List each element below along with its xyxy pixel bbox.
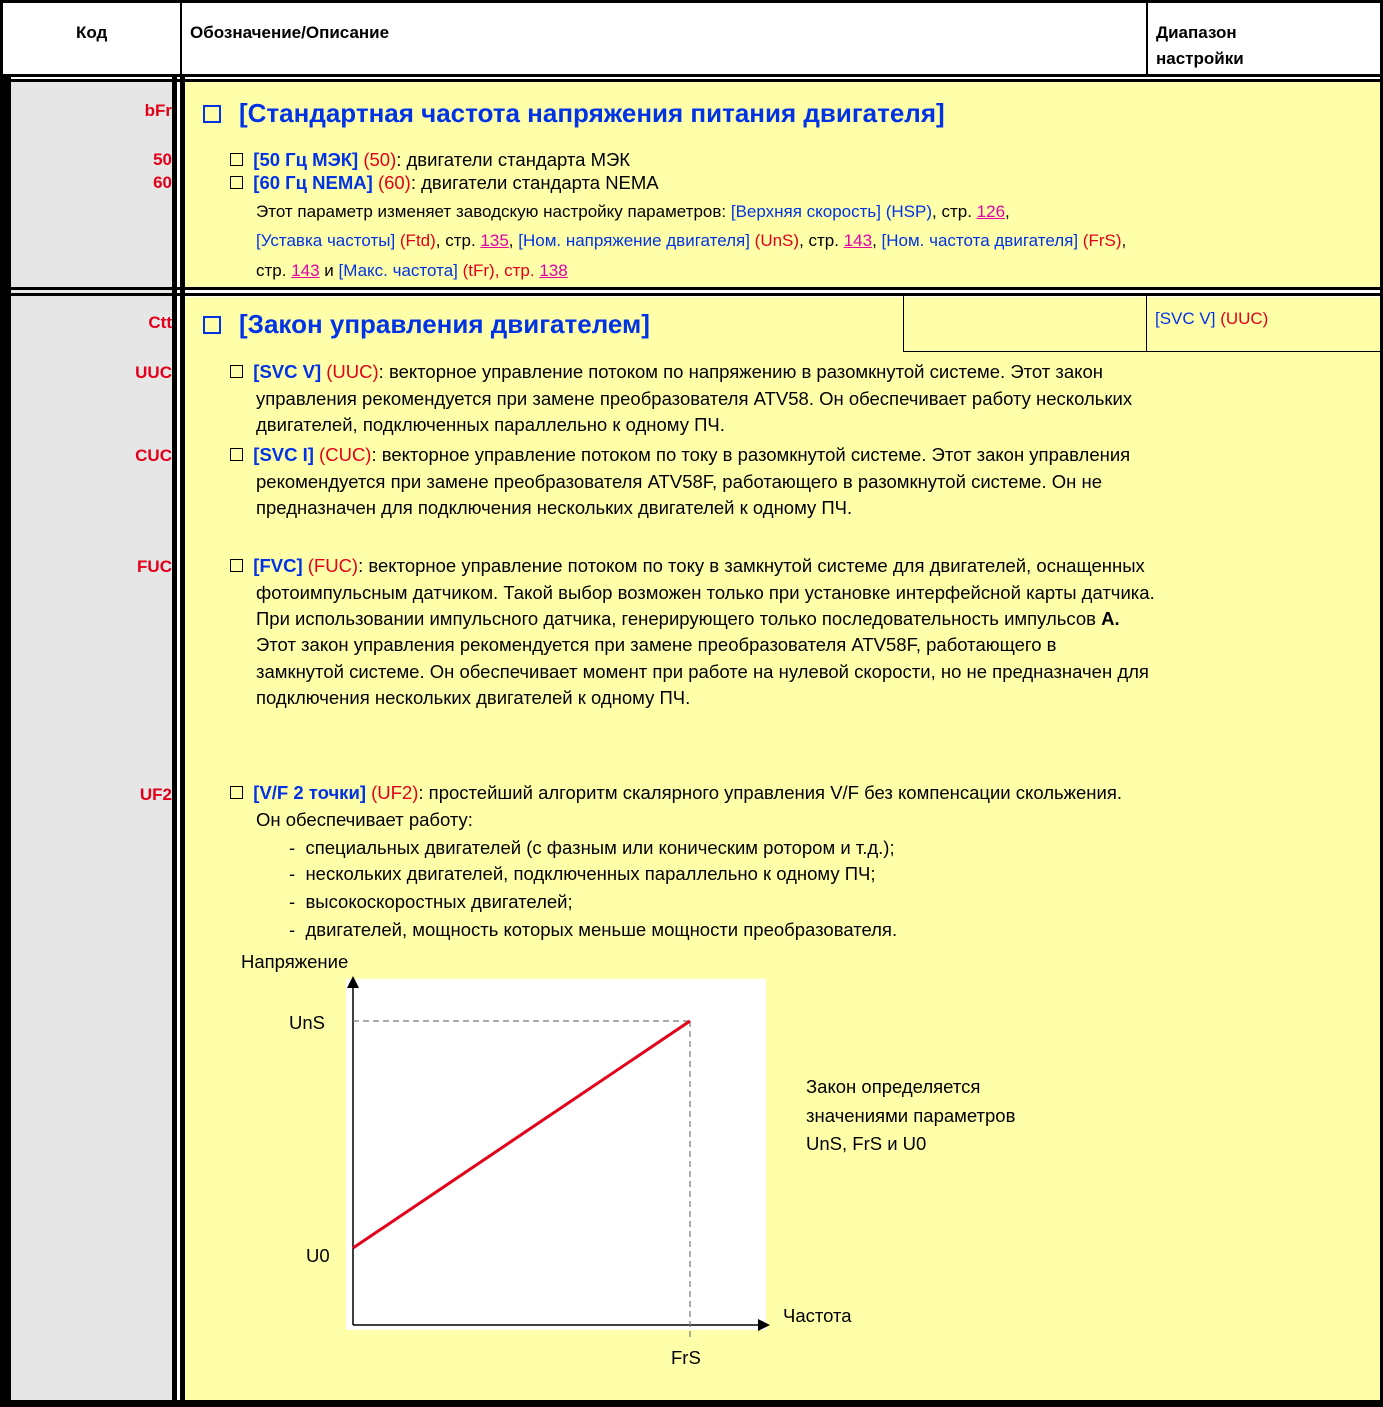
chart-annotation-1: Закон определяется xyxy=(806,1076,981,1097)
vf-characteristic-line xyxy=(352,1019,691,1250)
chart-xlabel: Частота xyxy=(783,1305,852,1326)
chart-annotation-2: значениями параметров xyxy=(806,1105,1016,1126)
tick-u0: U0 xyxy=(306,1245,330,1266)
tick-uns: UnS xyxy=(289,1012,325,1033)
tick-frs: FrS xyxy=(671,1347,701,1368)
vf-chart xyxy=(347,976,770,1338)
chart-annotation-3: UnS, FrS и U0 xyxy=(806,1133,927,1154)
